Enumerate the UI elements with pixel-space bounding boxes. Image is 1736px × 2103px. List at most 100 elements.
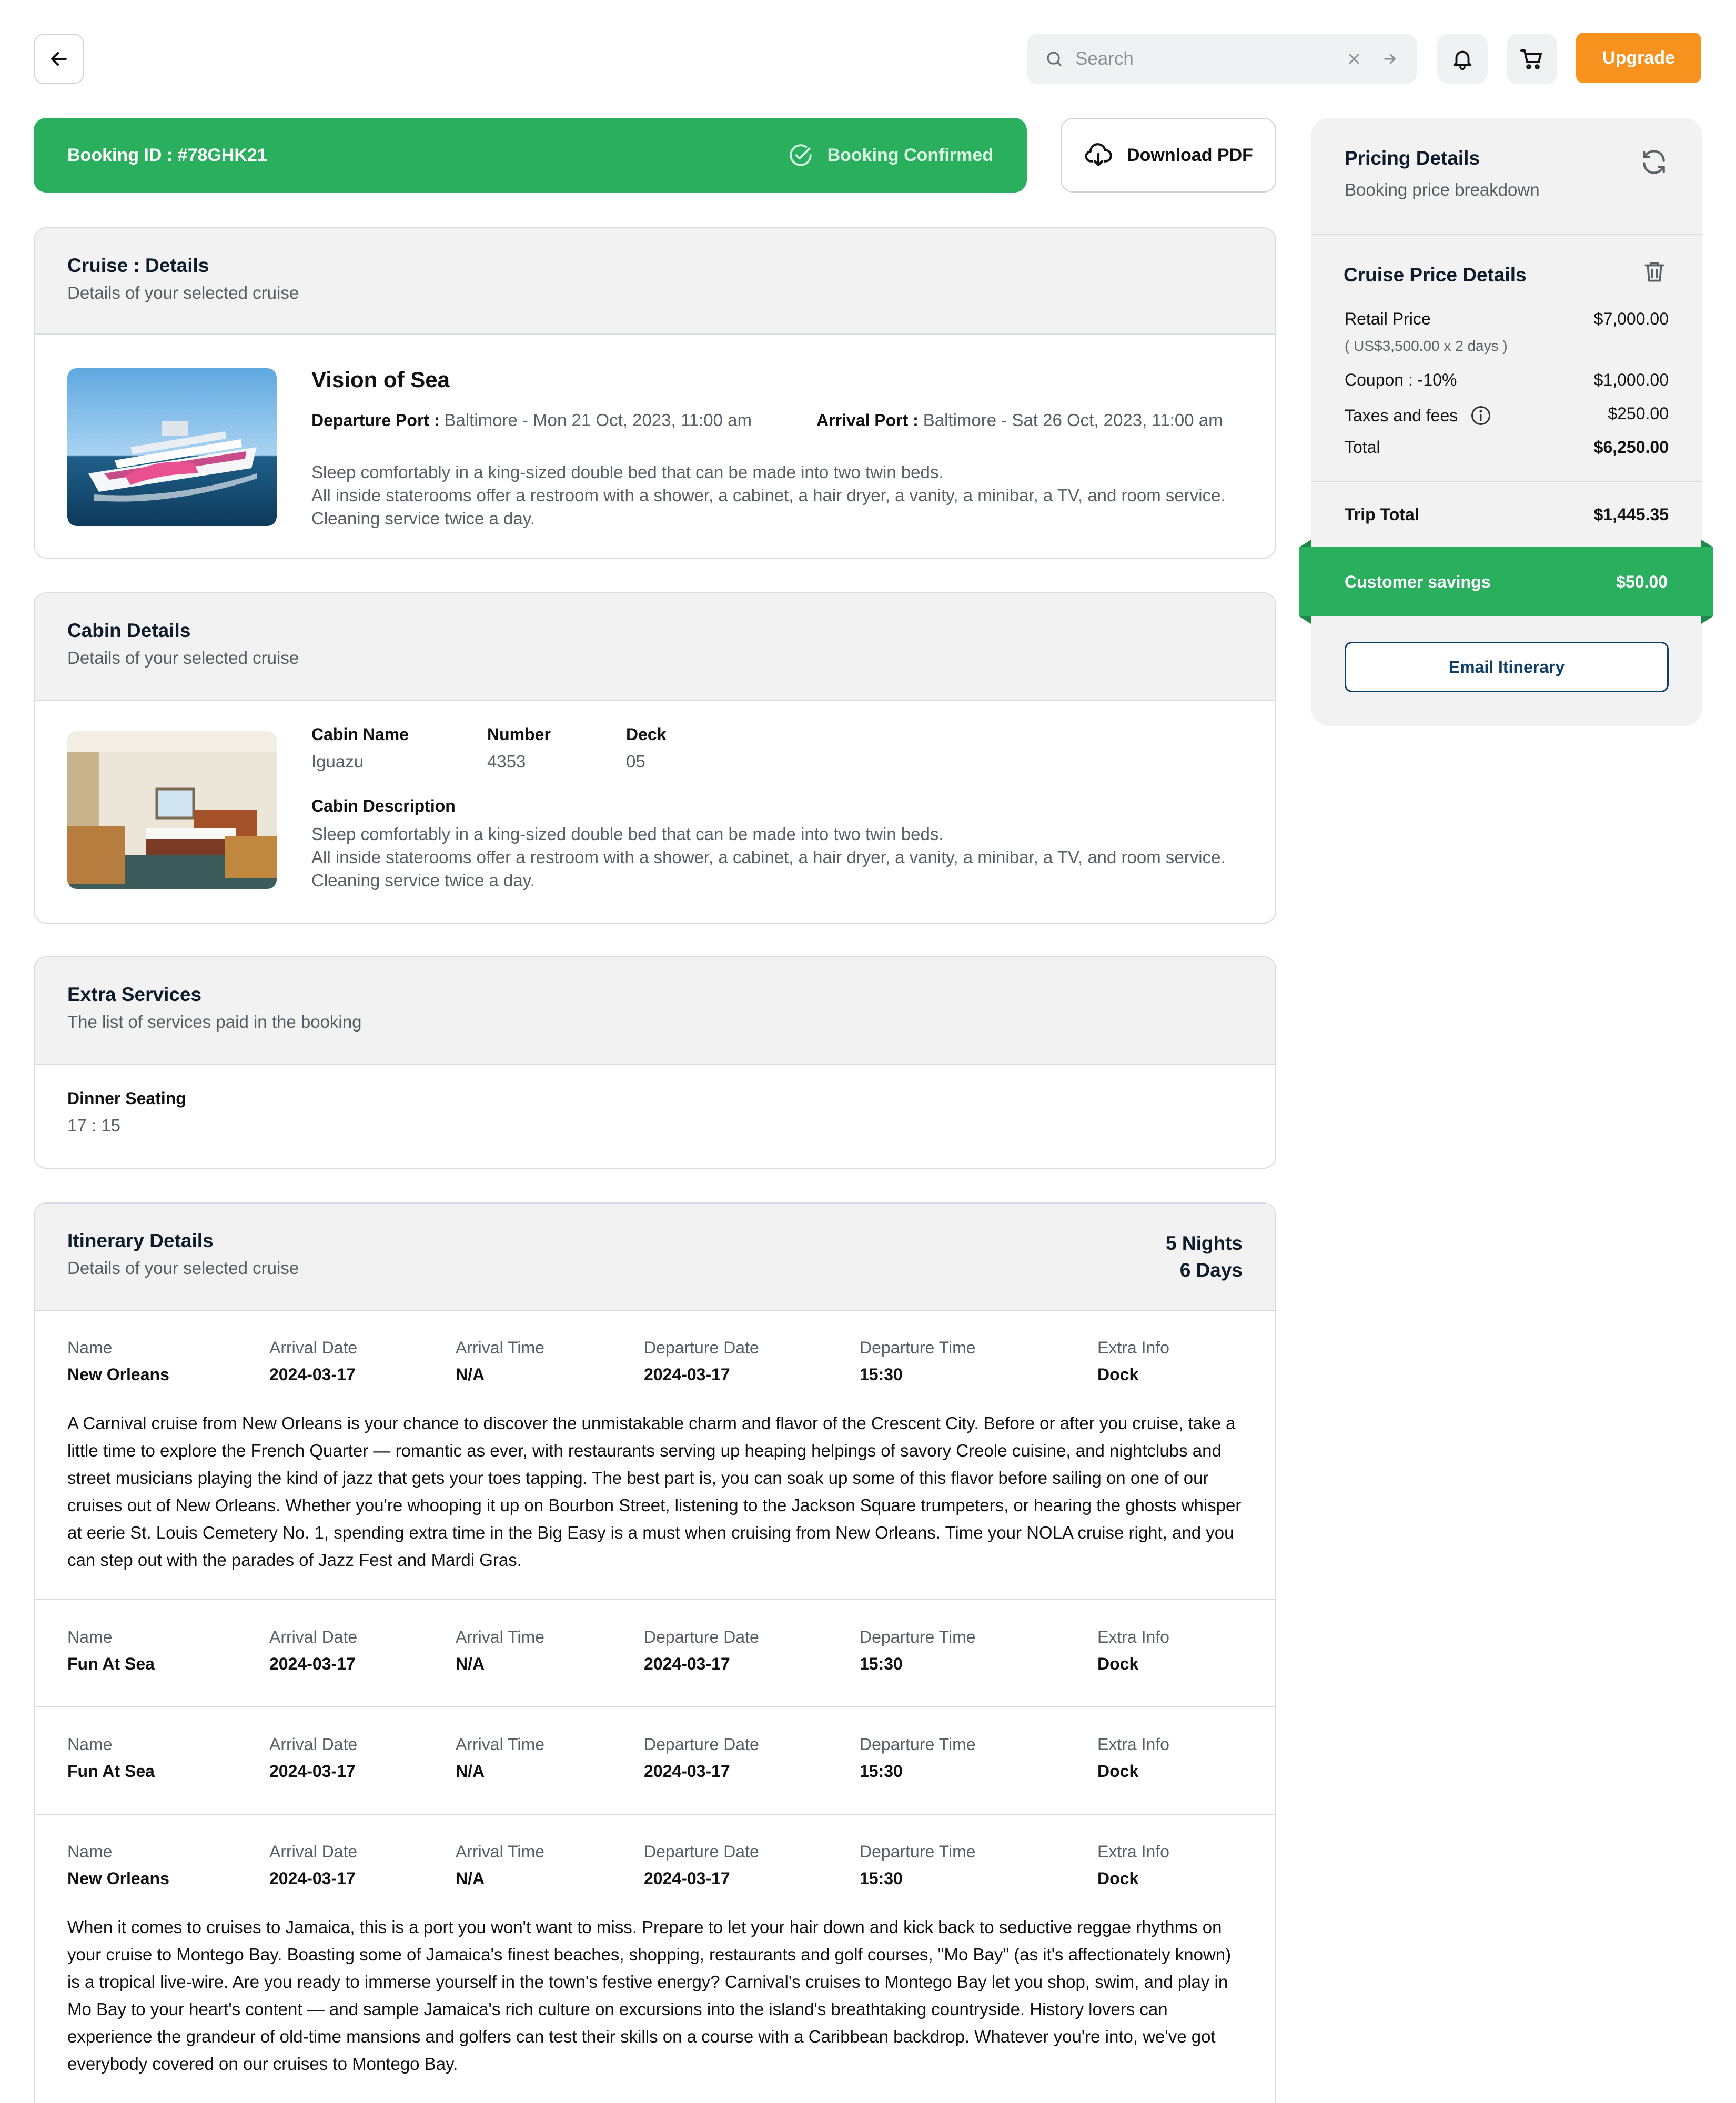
col-header-extra-info: Extra Info bbox=[1097, 1627, 1169, 1646]
booking-status: Booking Confirmed bbox=[788, 142, 993, 168]
row-divider bbox=[35, 1599, 1275, 1600]
stop-description: A Carnival cruise from New Orleans is yo… bbox=[67, 1413, 1242, 1570]
ribbon-fold bbox=[1701, 540, 1713, 547]
arrival-time: N/A bbox=[456, 1654, 485, 1673]
stop-name: Fun At Sea bbox=[67, 1762, 155, 1781]
cruise-details-title: Cruise : Details bbox=[67, 255, 209, 276]
cart-button[interactable] bbox=[1507, 34, 1557, 84]
search-bar bbox=[1027, 34, 1417, 84]
coupon-row: Coupon : -10% $1,000.00 bbox=[1345, 370, 1669, 390]
ribbon-fold bbox=[1701, 616, 1713, 624]
stop-description: When it comes to cruises to Jamaica, thi… bbox=[67, 1917, 1232, 2074]
cabin-details-title: Cabin Details bbox=[67, 620, 191, 641]
booking-status-label: Booking Confirmed bbox=[827, 145, 993, 165]
cart-icon bbox=[1520, 49, 1542, 69]
departure-time: 15:30 bbox=[860, 1869, 903, 1888]
arrival-time: N/A bbox=[456, 1365, 485, 1384]
col-header-departure-date: Departure Date bbox=[644, 1338, 759, 1357]
cruise-description-line-2: All inside staterooms offer a restroom w… bbox=[311, 486, 1226, 528]
col-header-departure-date: Departure Date bbox=[644, 1735, 759, 1754]
clear-icon[interactable] bbox=[1343, 47, 1366, 70]
pricing-title: Pricing Details bbox=[1345, 147, 1480, 169]
search-input[interactable] bbox=[1075, 48, 1343, 69]
pricing-subtitle: Booking price breakdown bbox=[1345, 180, 1540, 199]
departure-date: 2024-03-17 bbox=[644, 1654, 730, 1673]
retail-price-note: ( US$3,500.00 x 2 days ) bbox=[1345, 338, 1508, 354]
download-pdf-button[interactable]: Download PDF bbox=[1061, 118, 1276, 193]
cabin-deck: Deck 05 bbox=[626, 725, 667, 772]
stop-name: New Orleans bbox=[67, 1869, 169, 1888]
extra-info: Dock bbox=[1097, 1869, 1139, 1888]
cabin-description-line-1: Sleep comfortably in a king-sized double… bbox=[311, 824, 944, 844]
info-icon[interactable] bbox=[1469, 404, 1492, 427]
departure-port-value: Baltimore - Mon 21 Oct, 2023, 11:00 am bbox=[444, 410, 752, 430]
col-header-name: Name bbox=[67, 1338, 113, 1357]
col-header-departure-time: Departure Time bbox=[860, 1735, 976, 1754]
notifications-button[interactable] bbox=[1437, 34, 1488, 84]
dinner-seating: Dinner Seating 17 : 15 bbox=[67, 1089, 186, 1136]
pricing-divider bbox=[1311, 481, 1702, 482]
back-button[interactable] bbox=[34, 34, 84, 84]
itinerary-card: Itinerary Details Details of your select… bbox=[34, 1202, 1276, 2103]
bell-icon bbox=[1453, 50, 1472, 70]
cabin-name-value: Iguazu bbox=[311, 752, 364, 771]
cabin-deck-label: Deck bbox=[626, 725, 667, 744]
cabin-deck-value: 05 bbox=[626, 752, 645, 771]
extra-info: Dock bbox=[1097, 1762, 1139, 1781]
ship-name: Vision of Sea bbox=[311, 367, 450, 392]
ribbon-fold bbox=[1299, 616, 1311, 624]
cabin-details-card: Cabin Details Details of your selected c… bbox=[34, 592, 1276, 924]
extra-services-card: Extra Services The list of services paid… bbox=[34, 956, 1276, 1169]
trip-total-row: Trip Total $1,445.35 bbox=[1345, 505, 1669, 524]
dinner-seating-value: 17 : 15 bbox=[67, 1116, 120, 1135]
arrival-date: 2024-03-17 bbox=[269, 1365, 356, 1384]
arrow-right-icon[interactable] bbox=[1378, 47, 1401, 70]
pricing-panel: Pricing Details Booking price breakdown … bbox=[1311, 118, 1702, 726]
extra-services-subtitle: The list of services paid in the booking bbox=[67, 1012, 362, 1032]
coupon-label: Coupon : -10% bbox=[1345, 370, 1457, 389]
total-row: Total $6,250.00 bbox=[1345, 438, 1669, 457]
extra-info: Dock bbox=[1097, 1365, 1139, 1384]
trip-total-value: $1,445.35 bbox=[1593, 505, 1669, 524]
extra-services-title: Extra Services bbox=[67, 984, 202, 1005]
col-header-arrival-date: Arrival Date bbox=[269, 1627, 358, 1646]
cabin-details-subtitle: Details of your selected cruise bbox=[67, 648, 299, 668]
trash-icon[interactable] bbox=[1641, 259, 1668, 285]
col-header-arrival-time: Arrival Time bbox=[456, 1627, 544, 1646]
col-header-name: Name bbox=[67, 1735, 113, 1754]
row-divider bbox=[35, 1706, 1275, 1707]
arrow-left-icon bbox=[51, 52, 67, 66]
extra-services-header: Extra Services The list of services paid… bbox=[35, 957, 1275, 1065]
departure-date: 2024-03-17 bbox=[644, 1869, 730, 1888]
trip-nights: 5 Nights bbox=[1166, 1232, 1243, 1254]
search-icon bbox=[1043, 47, 1066, 70]
extra-info: Dock bbox=[1097, 1654, 1139, 1673]
cabin-description-line-2: All inside staterooms offer a restroom w… bbox=[311, 847, 1226, 890]
arrival-port: Arrival Port : Baltimore - Sat 26 Oct, 2… bbox=[816, 410, 1223, 430]
cabin-number-label: Number bbox=[487, 725, 551, 744]
customer-savings-label: Customer savings bbox=[1345, 572, 1491, 591]
booking-id: Booking ID : #78GHK21 bbox=[67, 145, 267, 165]
stop-name: New Orleans bbox=[67, 1365, 169, 1384]
arrival-port-value: Baltimore - Sat 26 Oct, 2023, 11:00 am bbox=[923, 410, 1223, 430]
row-divider bbox=[35, 1814, 1275, 1815]
cabin-description: Sleep comfortably in a king-sized double… bbox=[311, 823, 1243, 892]
departure-date: 2024-03-17 bbox=[644, 1762, 730, 1781]
itinerary-subtitle: Details of your selected cruise bbox=[67, 1258, 299, 1278]
col-header-name: Name bbox=[67, 1842, 113, 1861]
col-header-arrival-time: Arrival Time bbox=[456, 1735, 544, 1754]
col-header-departure-time: Departure Time bbox=[860, 1338, 976, 1357]
departure-port-label: Departure Port : bbox=[311, 411, 440, 430]
col-header-departure-time: Departure Time bbox=[860, 1627, 976, 1646]
refresh-icon[interactable] bbox=[1639, 147, 1669, 177]
itinerary-title: Itinerary Details bbox=[67, 1230, 214, 1251]
cabin-details-header: Cabin Details Details of your selected c… bbox=[35, 593, 1275, 701]
departure-date: 2024-03-17 bbox=[644, 1365, 730, 1384]
cruise-details-card: Cruise : Details Details of your selecte… bbox=[34, 227, 1276, 559]
upgrade-button[interactable]: Upgrade bbox=[1576, 33, 1701, 83]
cabin-name: Cabin Name Iguazu bbox=[311, 725, 409, 772]
coupon-value: $1,000.00 bbox=[1593, 370, 1669, 389]
email-itinerary-button[interactable]: Email Itinerary bbox=[1345, 642, 1669, 692]
col-header-departure-date: Departure Date bbox=[644, 1627, 759, 1646]
col-header-arrival-time: Arrival Time bbox=[456, 1338, 544, 1357]
